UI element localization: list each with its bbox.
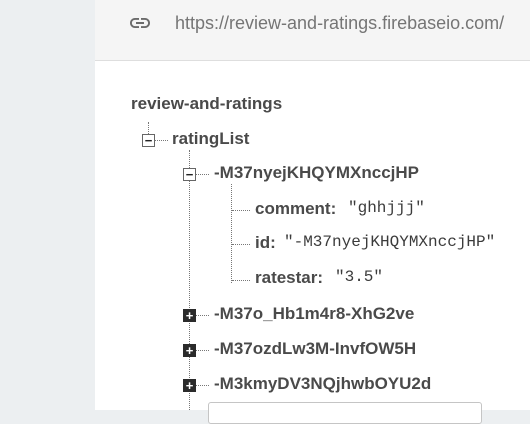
field-value-id-text: "-M37nyejKHQYMXnccjHP" (284, 233, 496, 251)
tree-node-child-expanded[interactable]: -M37nyejKHQYMXnccjHP (214, 163, 419, 183)
field-value-comment-text: "ghhjjj" (348, 199, 425, 217)
field-value-comment[interactable]: "ghhjjj" (348, 199, 428, 221)
expand-toggle-child[interactable]: + (183, 309, 196, 322)
field-value-id[interactable]: "-M37nyejKHQYMXnccjHP" (284, 233, 499, 255)
tree-connector (196, 315, 209, 316)
tree-connector (155, 140, 168, 141)
link-icon[interactable] (128, 14, 152, 32)
field-value-ratestar-text: "3.5" (335, 268, 384, 286)
tree-connector (232, 280, 250, 281)
tree-connector (196, 385, 209, 386)
tree-node-child-collapsed[interactable]: -M37o_Hb1m4r8-XhG2ve (214, 304, 414, 324)
tree-connector (231, 184, 232, 283)
tree-node-child-collapsed[interactable]: -M37ozdLw3M-InvfOW5H (214, 339, 416, 359)
tree-root-label[interactable]: review-and-ratings (131, 94, 282, 114)
expand-toggle-child[interactable]: + (183, 344, 196, 357)
field-key-ratestar: ratestar: (255, 268, 324, 287)
child-input-field[interactable] (208, 402, 482, 424)
tree-connector (232, 244, 250, 245)
database-url[interactable]: https://review-and-ratings.firebaseio.co… (175, 13, 504, 34)
tree-connector (196, 350, 209, 351)
field-key-comment: comment: (255, 199, 337, 218)
field-key-id: id: (255, 233, 276, 252)
collapse-toggle-child[interactable]: − (183, 168, 196, 181)
tree-connector (189, 150, 190, 410)
tree-node-child-collapsed[interactable]: -M3kmyDV3NQjhwbOYU2d (214, 374, 431, 394)
tree-connector (232, 210, 250, 211)
field-value-ratestar[interactable]: "3.5" (335, 268, 395, 290)
tree-connector (196, 174, 209, 175)
tree-node-ratinglist[interactable]: ratingList (172, 129, 249, 149)
collapse-toggle-ratinglist[interactable]: − (142, 134, 155, 147)
expand-toggle-child[interactable]: + (183, 379, 196, 392)
